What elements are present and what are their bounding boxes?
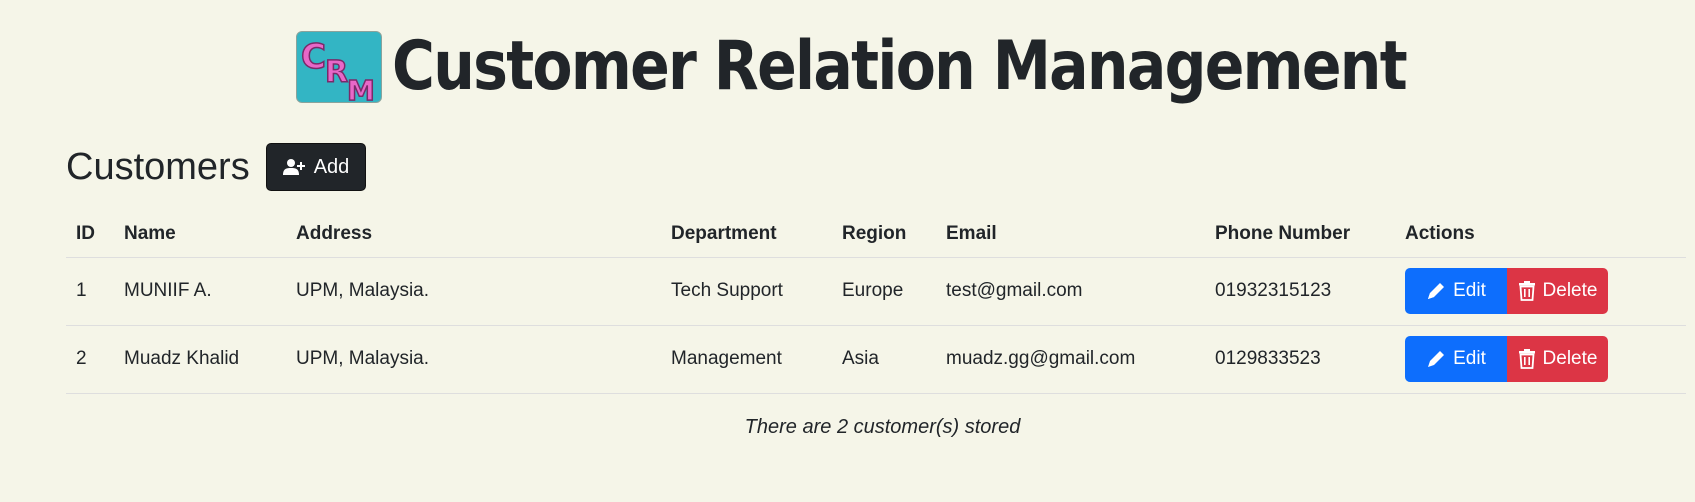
cell-phone: 01932315123 — [1205, 257, 1395, 326]
delete-button[interactable]: Delete — [1507, 268, 1608, 314]
edit-button[interactable]: Edit — [1405, 336, 1507, 382]
delete-button[interactable]: Delete — [1507, 336, 1608, 382]
cell-email: muadz.gg@gmail.com — [936, 325, 1205, 394]
page-title: Customer Relation Management — [391, 27, 1408, 106]
user-plus-icon — [282, 158, 305, 176]
edit-label: Edit — [1453, 348, 1486, 369]
table-row: 2 Muadz Khalid UPM, Malaysia. Management… — [66, 325, 1686, 394]
customers-table: ID Name Address Department Region Email … — [66, 211, 1686, 394]
col-phone: Phone Number — [1205, 211, 1395, 258]
table-row: 1 MUNIIF A. UPM, Malaysia. Tech Support … — [66, 257, 1686, 326]
customers-section-header: Customers Add — [66, 143, 367, 191]
table-header-row: ID Name Address Department Region Email … — [66, 211, 1686, 258]
trash-icon — [1518, 349, 1536, 369]
cell-actions: Edit Delete — [1395, 257, 1686, 326]
row-actions: Edit Delete — [1405, 268, 1676, 314]
pen-icon — [1426, 349, 1446, 369]
cell-region: Europe — [832, 257, 936, 326]
cell-actions: Edit Delete — [1395, 325, 1686, 394]
col-id: ID — [66, 211, 114, 258]
delete-label: Delete — [1542, 280, 1598, 301]
cell-address: UPM, Malaysia. — [286, 257, 661, 326]
customer-count-note: There are 2 customer(s) stored — [744, 416, 1021, 438]
cell-email: test@gmail.com — [936, 257, 1205, 326]
col-name: Name — [114, 211, 286, 258]
col-email: Email — [936, 211, 1205, 258]
cell-id: 2 — [66, 325, 114, 394]
cell-name: Muadz Khalid — [114, 325, 286, 394]
col-actions: Actions — [1395, 211, 1686, 258]
cell-address: UPM, Malaysia. — [286, 325, 661, 394]
section-title: Customers — [66, 145, 250, 188]
add-customer-button[interactable]: Add — [265, 143, 367, 191]
edit-button[interactable]: Edit — [1405, 268, 1507, 314]
col-department: Department — [661, 211, 832, 258]
edit-label: Edit — [1453, 280, 1486, 301]
row-actions: Edit Delete — [1405, 336, 1676, 382]
delete-label: Delete — [1542, 348, 1598, 369]
cell-region: Asia — [832, 325, 936, 394]
col-address: Address — [286, 211, 661, 258]
svg-text:R: R — [325, 55, 348, 90]
trash-icon — [1518, 281, 1536, 301]
pen-icon — [1426, 281, 1446, 301]
app-header: C R M Customer Relation Management — [0, 22, 1695, 112]
add-button-label: Add — [313, 155, 350, 178]
cell-id: 1 — [66, 257, 114, 326]
svg-text:M: M — [347, 74, 375, 103]
cell-phone: 0129833523 — [1205, 325, 1395, 394]
cell-department: Management — [661, 325, 832, 394]
crm-logo: C R M — [295, 31, 382, 103]
col-region: Region — [832, 211, 936, 258]
cell-name: MUNIIF A. — [114, 257, 286, 326]
svg-text:C: C — [301, 37, 326, 77]
cell-department: Tech Support — [661, 257, 832, 326]
